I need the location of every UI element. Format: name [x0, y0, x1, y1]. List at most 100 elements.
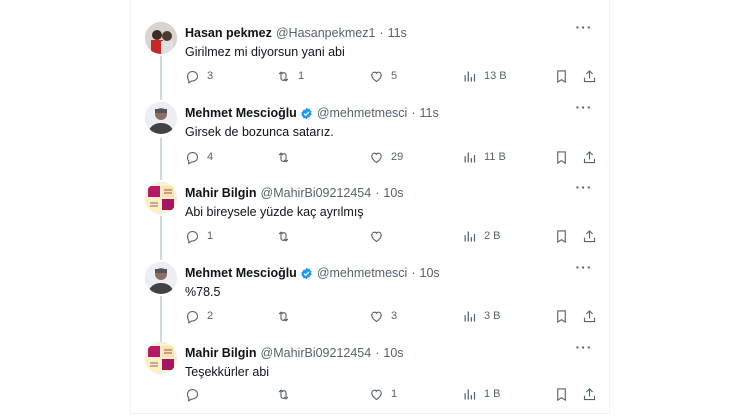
separator: ·: [375, 346, 380, 360]
bookmark-button[interactable]: [554, 148, 569, 166]
like-icon: [371, 311, 382, 322]
share-icon: [583, 229, 596, 242]
display-name[interactable]: Mahir Bilgin: [185, 345, 257, 361]
handle[interactable]: @Hasanpekmez1: [276, 25, 376, 41]
handle[interactable]: @MahirBi09212454: [261, 345, 372, 361]
repost-icon: [278, 388, 289, 400]
display-name[interactable]: Mehmet Mescioğlu: [185, 265, 297, 281]
repost-count: 1: [298, 70, 305, 82]
views-button[interactable]: 1 B: [462, 385, 501, 403]
share-icon: [583, 309, 596, 322]
reply-button[interactable]: 3: [185, 67, 213, 85]
views-button[interactable]: 11 B: [462, 148, 506, 166]
bookmark-icon: [557, 229, 566, 243]
views-icon: [464, 71, 476, 81]
views-icon: [464, 311, 476, 321]
views-count: 3 B: [484, 310, 501, 322]
reply-count: 1: [207, 230, 214, 242]
tweet[interactable]: Mahir Bilgin @MahirBi09212454 · 10s ··· …: [131, 180, 609, 245]
bookmark-button[interactable]: [554, 67, 569, 85]
repost-button[interactable]: 1: [276, 67, 304, 85]
bookmark-button[interactable]: [554, 227, 569, 245]
views-button[interactable]: 3 B: [462, 307, 501, 325]
reply-button[interactable]: [185, 385, 207, 403]
views-icon: [464, 152, 476, 162]
tweet[interactable]: Mehmet Mescioğlu @mehmetmesci · 11s ··· …: [131, 100, 609, 168]
timestamp[interactable]: 10s: [420, 265, 440, 281]
share-button[interactable]: [582, 148, 597, 166]
more-icon[interactable]: ···: [575, 340, 593, 358]
tweet-header: Mahir Bilgin @MahirBi09212454 · 10s: [185, 185, 404, 201]
tweet-actions: 1 2 B: [185, 227, 605, 245]
timestamp[interactable]: 11s: [420, 105, 439, 121]
repost-button[interactable]: [276, 307, 298, 325]
reply-button[interactable]: 4: [185, 148, 213, 166]
avatar[interactable]: [145, 22, 177, 54]
tweet-actions: 2 3 3 B: [185, 307, 605, 325]
like-button[interactable]: 3: [369, 307, 397, 325]
bookmark-button[interactable]: [554, 307, 569, 325]
more-icon[interactable]: ···: [575, 100, 593, 118]
tweet-text: Girsek de bozunca satarız.: [185, 125, 334, 139]
handle[interactable]: @mehmetmesci: [317, 105, 408, 121]
like-button[interactable]: 1: [369, 385, 397, 403]
more-icon[interactable]: ···: [575, 180, 593, 198]
tweet-header: Mehmet Mescioğlu @mehmetmesci · 10s: [185, 265, 440, 281]
share-icon: [583, 387, 596, 400]
bookmark-button[interactable]: [554, 385, 569, 403]
like-button[interactable]: 5: [369, 67, 397, 85]
handle[interactable]: @MahirBi09212454: [261, 185, 372, 201]
views-icon: [464, 389, 476, 399]
reply-button[interactable]: 1: [185, 227, 213, 245]
tweet-header: Hasan pekmez @Hasanpekmez1 · 11s: [185, 25, 407, 41]
tweet[interactable]: Hasan pekmez @Hasanpekmez1 · 11s ··· Gir…: [131, 20, 609, 88]
like-icon: [371, 71, 382, 82]
timestamp[interactable]: 10s: [383, 345, 403, 361]
share-button[interactable]: [582, 227, 597, 245]
share-button[interactable]: [582, 307, 597, 325]
reply-button[interactable]: 2: [185, 307, 213, 325]
display-name[interactable]: Mahir Bilgin: [185, 185, 257, 201]
views-button[interactable]: 13 B: [462, 67, 507, 85]
more-icon[interactable]: ···: [575, 260, 593, 278]
tweet-actions: 1 1 B: [185, 385, 605, 403]
repost-icon: [278, 151, 289, 163]
avatar[interactable]: [145, 102, 177, 134]
repost-button[interactable]: [276, 385, 298, 403]
timestamp[interactable]: 10s: [383, 185, 403, 201]
tweet-header: Mahir Bilgin @MahirBi09212454 · 10s: [185, 345, 404, 361]
like-button[interactable]: 29: [369, 148, 403, 166]
repost-button[interactable]: [276, 148, 298, 166]
tweet[interactable]: Mehmet Mescioğlu @mehmetmesci · 10s ··· …: [131, 260, 609, 326]
bookmark-icon: [557, 387, 566, 401]
views-button[interactable]: 2 B: [462, 227, 501, 245]
handle[interactable]: @mehmetmesci: [317, 265, 408, 281]
tweet-actions: 3 1 5 13 B: [185, 67, 605, 85]
avatar[interactable]: [145, 262, 177, 294]
repost-button[interactable]: [276, 227, 298, 245]
tweet[interactable]: Mahir Bilgin @MahirBi09212454 · 10s ··· …: [131, 340, 609, 406]
more-icon[interactable]: ···: [575, 20, 593, 38]
like-icon: [371, 152, 382, 163]
reply-count: 3: [207, 70, 214, 82]
tweet-text: Girilmez mi diyorsun yani abi: [185, 45, 345, 59]
display-name[interactable]: Mehmet Mescioğlu: [185, 105, 297, 121]
timestamp[interactable]: 11s: [388, 25, 407, 41]
views-count: 13 B: [484, 70, 507, 82]
share-button[interactable]: [582, 67, 597, 85]
like-icon: [371, 231, 382, 242]
verified-badge-icon: [301, 107, 312, 119]
tweet-text: Abi bireysele yüzde kaç ayrılmış: [185, 205, 364, 219]
display-name[interactable]: Hasan pekmez: [185, 25, 272, 41]
like-button[interactable]: [369, 227, 391, 245]
reply-icon: [186, 230, 199, 244]
avatar[interactable]: [145, 182, 177, 214]
tweet-text: Teşekkürler abi: [185, 365, 270, 379]
tweet-actions: 4 29 11 B: [185, 148, 605, 166]
conversation-panel: Hasan pekmez @Hasanpekmez1 · 11s ··· Gir…: [130, 0, 610, 414]
avatar[interactable]: [145, 342, 177, 374]
reply-count: 2: [207, 310, 214, 322]
bookmark-icon: [557, 309, 566, 323]
reply-count: 4: [207, 151, 214, 163]
share-button[interactable]: [582, 385, 597, 403]
